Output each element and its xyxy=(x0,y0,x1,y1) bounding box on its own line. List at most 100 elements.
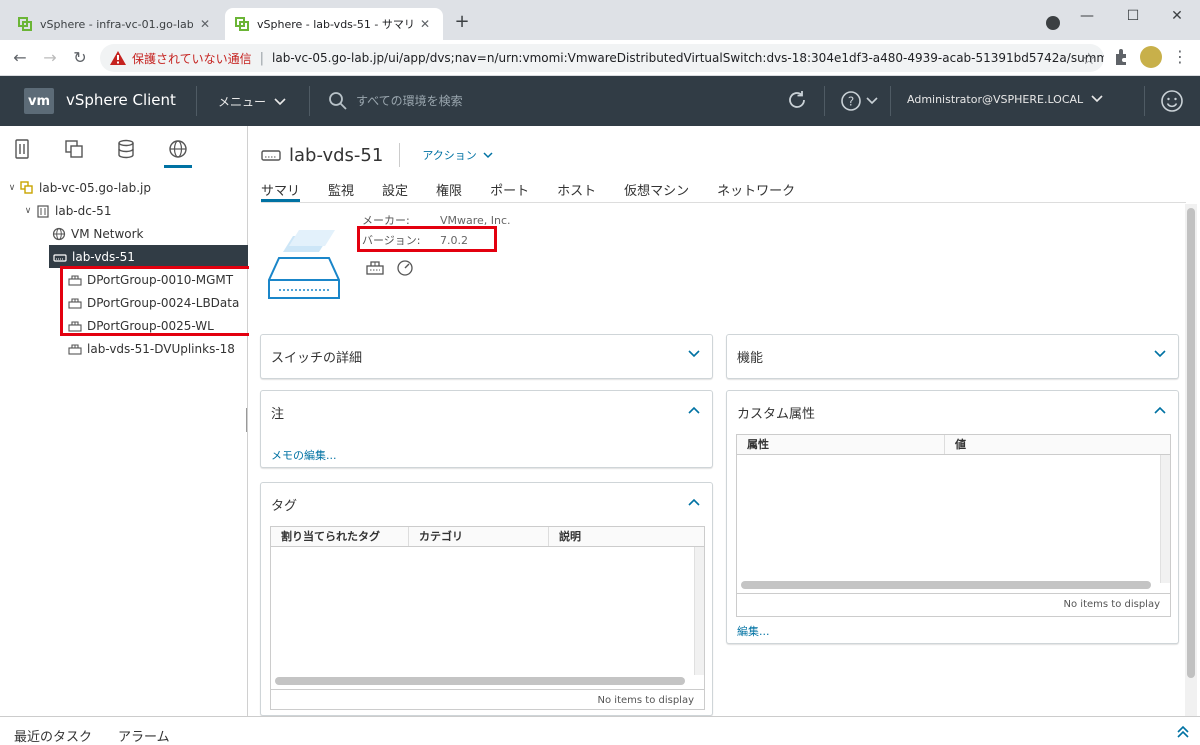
tags-grid-hscroll[interactable] xyxy=(275,677,685,685)
tags-grid-vscroll[interactable] xyxy=(694,547,704,675)
tree-item-portgroup-mgmt[interactable]: DPortGroup-0010-MGMT xyxy=(0,268,248,291)
browser-tab-label: vSphere - lab-vds-51 - サマリ xyxy=(257,18,413,31)
tab-networking[interactable] xyxy=(164,138,192,168)
vds-icon xyxy=(53,253,67,262)
main-content: lab-vds-51 アクション サマリ 監視 設定 権限 ポート ホスト 仮想… xyxy=(249,126,1200,716)
close-window-icon[interactable]: ✕ xyxy=(1154,0,1200,32)
tab-storage[interactable] xyxy=(112,138,140,168)
chevron-up-icon[interactable] xyxy=(688,497,700,507)
tab-permissions[interactable]: 権限 xyxy=(436,180,462,202)
recent-tasks-tab[interactable]: 最近のタスク xyxy=(14,726,92,745)
portgroup-add-icon[interactable] xyxy=(365,258,385,276)
tab-monitor[interactable]: 監視 xyxy=(328,180,354,202)
back-icon[interactable]: ← xyxy=(10,48,30,68)
tab-hosts[interactable]: ホスト xyxy=(557,180,596,202)
tab-summary[interactable]: サマリ xyxy=(261,180,301,202)
browser-window: vSphere - infra-vc-01.go-lab.jp - ✕ vSph… xyxy=(0,0,1200,745)
gauge-icon[interactable] xyxy=(395,258,415,276)
tree-item-lab-vds[interactable]: lab-vds-51 xyxy=(49,245,248,268)
maximize-icon[interactable]: ☐ xyxy=(1110,0,1156,32)
user-menu-button[interactable]: Administrator@VSPHERE.LOCAL xyxy=(907,93,1103,106)
new-tab-button[interactable]: + xyxy=(452,12,472,32)
main-menu-button[interactable]: メニュー xyxy=(218,93,286,110)
custom-attributes-grid-hscroll[interactable] xyxy=(741,581,1151,589)
expand-panel-icon[interactable] xyxy=(1176,725,1190,739)
chevron-down-icon[interactable]: ∨ xyxy=(22,206,34,216)
tree-item-vcenter[interactable]: ∨ lab-vc-05.go-lab.jp xyxy=(0,176,248,199)
refresh-icon[interactable] xyxy=(786,89,808,111)
page-title: lab-vds-51 xyxy=(289,144,384,166)
column-header-value[interactable]: 値 xyxy=(945,435,1170,454)
close-tab-icon[interactable]: ✕ xyxy=(417,17,433,31)
chevron-up-icon[interactable] xyxy=(688,405,700,415)
tab-ports[interactable]: ポート xyxy=(490,180,529,202)
search-icon xyxy=(329,92,347,110)
tags-grid: 割り当てられたタグ カテゴリ 説明 No items to display xyxy=(270,526,705,710)
tree-item-portgroup-wl[interactable]: DPortGroup-0025-WL xyxy=(0,314,248,337)
custom-attributes-grid-vscroll[interactable] xyxy=(1160,455,1170,583)
tab-vms[interactable]: 仮想マシン xyxy=(624,180,689,202)
edit-notes-link[interactable]: メモの編集... xyxy=(271,447,337,463)
custom-attributes-grid: 属性 値 No items to display xyxy=(736,434,1171,617)
tab-hosts-clusters[interactable] xyxy=(8,138,36,168)
inventory-tree: ∨ lab-vc-05.go-lab.jp ∨ lab-dc-51 VM Net… xyxy=(0,176,248,360)
tab-configure[interactable]: 設定 xyxy=(382,180,408,202)
switch-details-card[interactable]: スイッチの詳細 xyxy=(260,334,713,379)
close-tab-icon[interactable]: ✕ xyxy=(197,17,213,31)
vsphere-favicon-icon xyxy=(235,17,249,31)
actions-menu-button[interactable]: アクション xyxy=(422,147,493,163)
browser-tab-infra[interactable]: vSphere - infra-vc-01.go-lab.jp - ✕ xyxy=(8,8,223,40)
reload-icon[interactable]: ↻ xyxy=(70,48,90,68)
browser-tab-lab-vds[interactable]: vSphere - lab-vds-51 - サマリ ✕ xyxy=(225,8,443,40)
chevron-up-icon[interactable] xyxy=(1154,405,1166,415)
vm-logo: vm xyxy=(24,88,54,114)
main-vertical-scrollbar[interactable] xyxy=(1185,204,1197,716)
browser-menu-icon[interactable]: ⋮ xyxy=(1172,46,1188,68)
chevron-down-icon[interactable]: ∨ xyxy=(6,183,18,193)
vds-icon xyxy=(261,150,281,161)
chevron-down-icon[interactable] xyxy=(1154,349,1166,359)
vsphere-header: vm vSphere Client メニュー ? Administrator@V… xyxy=(0,76,1200,126)
tree-item-datacenter[interactable]: ∨ lab-dc-51 xyxy=(0,199,248,222)
column-header-category[interactable]: カテゴリ xyxy=(409,527,549,546)
network-icon xyxy=(52,227,66,240)
portgroup-icon xyxy=(68,297,82,309)
app-title: vSphere Client xyxy=(66,91,176,109)
tab-search-icon[interactable] xyxy=(1046,16,1060,30)
security-status: 保護されていない通信 xyxy=(132,51,252,66)
tags-empty-message: No items to display xyxy=(597,695,694,706)
address-bar[interactable]: 保護されていない通信 | lab-vc-05.go-lab.jp/ui/app/… xyxy=(100,44,1104,72)
bottom-panel-bar: 最近のタスク アラーム xyxy=(0,716,1200,745)
custom-attributes-empty-message: No items to display xyxy=(1063,599,1160,610)
tab-networks[interactable]: ネットワーク xyxy=(717,180,795,202)
column-header-assigned-tag[interactable]: 割り当てられたタグ xyxy=(271,527,409,546)
scrollbar-thumb[interactable] xyxy=(1187,208,1195,678)
navigator-panel: ∨ lab-vc-05.go-lab.jp ∨ lab-dc-51 VM Net… xyxy=(0,126,252,716)
profile-avatar[interactable] xyxy=(1140,46,1162,68)
column-header-attribute[interactable]: 属性 xyxy=(737,435,945,454)
bookmark-star-icon[interactable]: ☆ xyxy=(1082,49,1096,68)
features-card[interactable]: 機能 xyxy=(726,334,1179,379)
vsphere-favicon-icon xyxy=(18,17,32,31)
edit-attributes-link[interactable]: 編集... xyxy=(737,623,770,639)
svg-text:?: ? xyxy=(848,95,854,109)
chevron-down-icon xyxy=(1091,95,1103,103)
tree-item-vm-network[interactable]: VM Network xyxy=(0,222,248,245)
url-text: lab-vc-05.go-lab.jp/ui/app/dvs;nav=n/urn… xyxy=(272,51,1104,65)
forward-icon[interactable]: → xyxy=(40,48,60,68)
portgroup-icon xyxy=(68,343,82,355)
feedback-smiley-icon[interactable] xyxy=(1160,89,1184,113)
tab-vms-templates[interactable] xyxy=(60,138,88,168)
vms-templates-icon xyxy=(65,140,83,158)
alarms-tab[interactable]: アラーム xyxy=(118,726,170,745)
extensions-icon[interactable] xyxy=(1112,48,1130,66)
chevron-down-icon[interactable] xyxy=(688,349,700,359)
tree-item-dvuplinks[interactable]: lab-vds-51-DVUplinks-18 xyxy=(0,337,248,360)
warning-icon xyxy=(110,51,126,65)
help-menu-button[interactable]: ? xyxy=(840,90,880,112)
chevron-down-icon xyxy=(483,152,493,159)
minimize-icon[interactable]: — xyxy=(1064,0,1110,32)
tree-item-portgroup-lbdata[interactable]: DPortGroup-0024-LBData xyxy=(0,291,248,314)
column-header-description[interactable]: 説明 xyxy=(549,527,704,546)
global-search-input[interactable] xyxy=(356,90,656,112)
